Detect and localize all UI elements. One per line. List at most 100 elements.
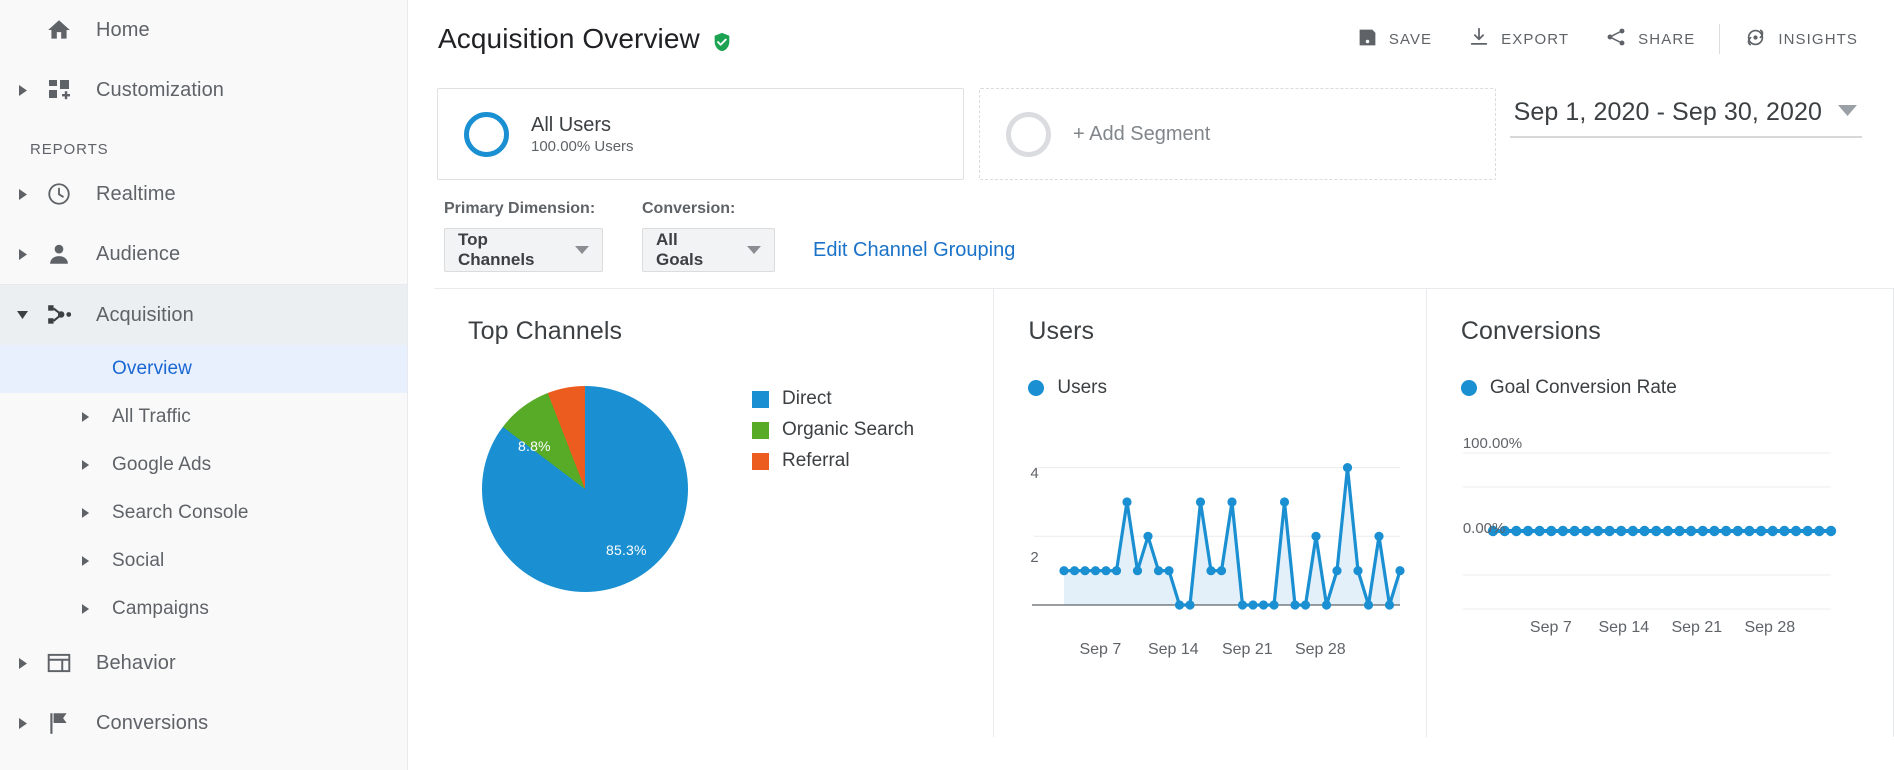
legend-item-referral[interactable]: Referral <box>752 450 914 472</box>
date-range-value: Sep 1, 2020 - Sep 30, 2020 <box>1514 98 1822 127</box>
chevron-down-icon <box>575 246 589 254</box>
users-series-legend[interactable]: Users <box>1028 377 1425 399</box>
panel-title: Top Channels <box>468 317 993 346</box>
legend-swatch <box>752 453 769 470</box>
sidebar-item-customization[interactable]: Customization <box>0 60 407 120</box>
overview-panels: Top Channels 85.3% 8.8% Direct Organic S… <box>434 288 1894 736</box>
sidebar-item-google-ads[interactable]: Google Ads <box>0 441 407 489</box>
sidebar-item-all-traffic[interactable]: All Traffic <box>0 393 407 441</box>
sidebar-item-behavior[interactable]: Behavior <box>0 633 407 693</box>
verified-shield-icon <box>711 28 733 50</box>
sidebar-item-home[interactable]: Home <box>0 0 407 60</box>
control-row: Top Channels All Goals Edit Channel Grou… <box>444 218 1894 272</box>
pie-label-organic: 8.8% <box>518 438 551 454</box>
sidebar-item-realtime[interactable]: Realtime <box>0 164 407 224</box>
panel-title: Conversions <box>1461 317 1893 346</box>
edit-channel-grouping-link[interactable]: Edit Channel Grouping <box>813 239 1015 262</box>
sidebar-item-overview[interactable]: Overview <box>0 345 407 393</box>
report-actions: SAVE EXPORT <box>1339 18 1876 61</box>
sidebar-item-label: Campaigns <box>104 598 209 620</box>
sidebar-item-social[interactable]: Social <box>0 537 407 585</box>
save-label: SAVE <box>1389 31 1432 48</box>
chevron-down-icon <box>747 246 761 254</box>
sidebar-item-label: Google Ads <box>104 454 211 476</box>
export-label: EXPORT <box>1501 31 1569 48</box>
share-button[interactable]: SHARE <box>1587 18 1713 60</box>
main-content: Acquisition Overview S <box>408 0 1894 770</box>
conv-ytick-0: 0.00% <box>1463 520 1506 537</box>
save-button[interactable]: SAVE <box>1339 19 1450 60</box>
users-xtick-2: Sep 21 <box>1222 641 1273 659</box>
segment-ring-icon <box>464 112 509 157</box>
segment-name: All Users <box>531 114 611 136</box>
primary-dimension-label: Primary Dimension: <box>444 200 642 218</box>
conv-xtick-1: Sep 14 <box>1598 619 1649 637</box>
pie-label-direct: 85.3% <box>606 542 647 558</box>
sidebar-item-campaigns[interactable]: Campaigns <box>0 585 407 633</box>
legend-item-direct[interactable]: Direct <box>752 388 914 410</box>
sidebar-item-label: Audience <box>82 243 180 266</box>
segment-all-users[interactable]: All Users 100.00% Users <box>437 88 964 180</box>
users-xtick-3: Sep 28 <box>1295 641 1346 659</box>
pie-chart[interactable]: 85.3% 8.8% Direct Organic Search <box>468 368 993 668</box>
sidebar-item-label: Customization <box>82 79 224 102</box>
primary-dimension-value: Top Channels <box>458 230 557 270</box>
conv-xtick-3: Sep 28 <box>1744 619 1795 637</box>
person-icon <box>36 241 82 267</box>
users-line-svg <box>1028 429 1408 629</box>
pie-legend: Direct Organic Search Referral <box>752 388 914 472</box>
conversions-chart[interactable]: 100.00% 0.00% Sep 7 Sep 14 Sep 21 Sep 28 <box>1461 413 1893 673</box>
chevron-right-icon <box>10 658 36 669</box>
series-dot-icon <box>1028 380 1044 396</box>
sidebar-section-reports: REPORTS <box>0 120 407 164</box>
primary-dimension-select[interactable]: Top Channels <box>444 228 603 272</box>
sidebar-item-label: Conversions <box>82 712 208 735</box>
conversions-series-legend[interactable]: Goal Conversion Rate <box>1461 377 1893 399</box>
legend-item-organic-search[interactable]: Organic Search <box>752 419 914 441</box>
segment-text: All Users 100.00% Users <box>509 113 634 156</box>
series-label: Users <box>1057 377 1107 399</box>
chevron-right-icon <box>10 85 36 96</box>
conversion-label: Conversion: <box>642 200 802 218</box>
users-chart[interactable]: 4 2 Sep 7 Sep 14 Sep 21 Sep 28 <box>1028 413 1425 673</box>
control-labels: Primary Dimension: Conversion: <box>444 200 1894 218</box>
users-xtick-0: Sep 7 <box>1079 641 1121 659</box>
insights-button[interactable]: INSIGHTS <box>1726 18 1876 61</box>
sidebar-item-label: Social <box>104 550 164 572</box>
share-label: SHARE <box>1638 31 1695 48</box>
chevron-right-icon <box>82 460 104 470</box>
chevron-down-icon <box>10 311 36 320</box>
sidebar-item-label: All Traffic <box>104 406 191 428</box>
export-button[interactable]: EXPORT <box>1450 18 1587 60</box>
insights-label: INSIGHTS <box>1778 31 1858 48</box>
chevron-right-icon <box>82 508 104 518</box>
legend-swatch <box>752 391 769 408</box>
panel-title: Users <box>1028 317 1425 346</box>
conversion-value: All Goals <box>656 230 729 270</box>
sidebar-item-acquisition[interactable]: Acquisition <box>0 285 407 345</box>
date-range-picker[interactable]: Sep 1, 2020 - Sep 30, 2020 <box>1510 98 1862 138</box>
panel-conversions: Conversions Goal Conversion Rate 100.00%… <box>1426 289 1894 737</box>
chevron-down-icon <box>1838 104 1858 122</box>
page-title-text: Acquisition Overview <box>438 23 700 55</box>
behavior-icon <box>36 650 82 676</box>
pie-slices <box>482 386 688 592</box>
conv-xtick-2: Sep 21 <box>1671 619 1722 637</box>
series-dot-icon <box>1461 380 1477 396</box>
users-xtick-1: Sep 14 <box>1148 641 1199 659</box>
clock-icon <box>36 181 82 207</box>
chevron-right-icon <box>82 604 104 614</box>
save-icon <box>1357 27 1378 52</box>
panel-top-channels: Top Channels 85.3% 8.8% Direct Organic S… <box>434 289 993 737</box>
sidebar-item-search-console[interactable]: Search Console <box>0 489 407 537</box>
sidebar-item-conversions[interactable]: Conversions <box>0 693 407 753</box>
conversion-select[interactable]: All Goals <box>642 228 775 272</box>
chevron-right-icon <box>10 718 36 729</box>
legend-swatch <box>752 422 769 439</box>
legend-label: Referral <box>782 450 850 472</box>
sidebar-item-audience[interactable]: Audience <box>0 224 407 284</box>
conv-xtick-0: Sep 7 <box>1530 619 1572 637</box>
legend-label: Direct <box>782 388 832 410</box>
add-segment-button[interactable]: + Add Segment <box>979 88 1496 180</box>
chevron-right-icon <box>82 412 104 422</box>
